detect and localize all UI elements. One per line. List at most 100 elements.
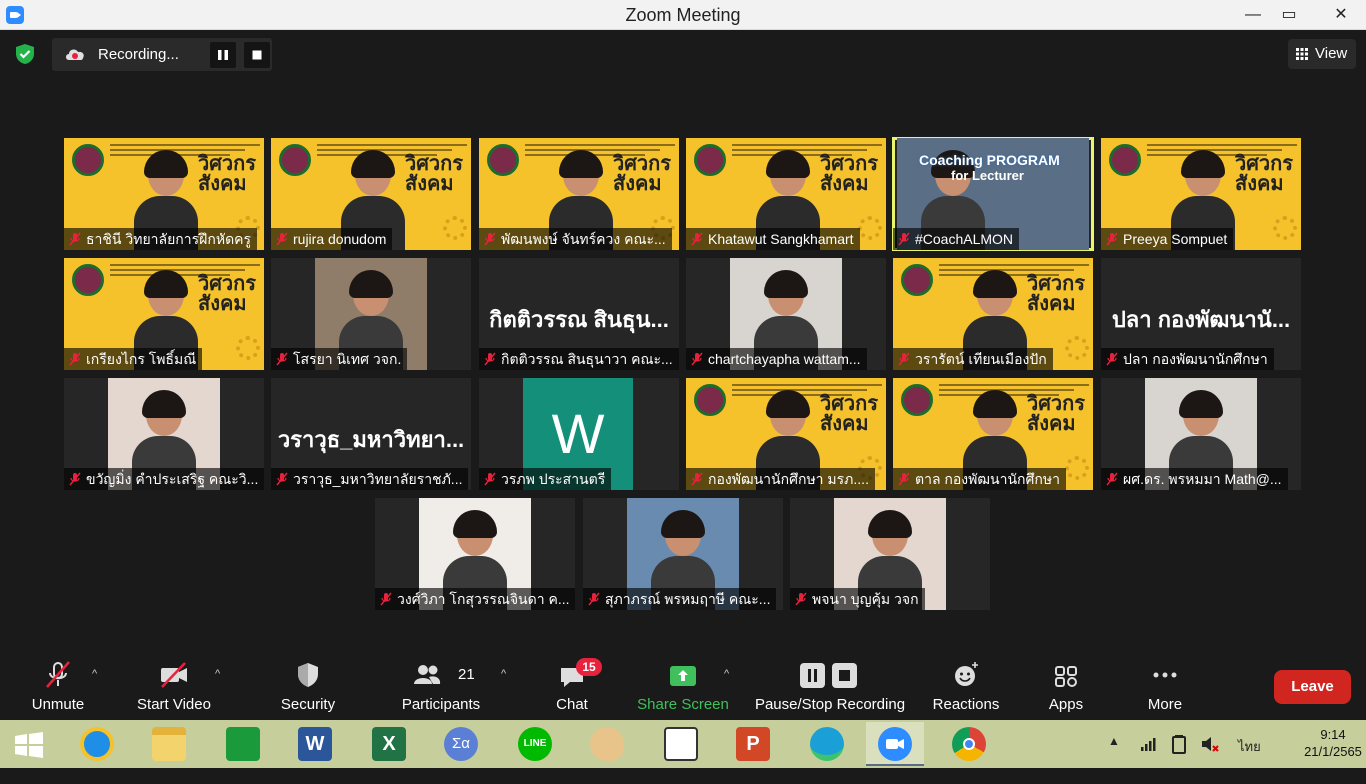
- participant-tile[interactable]: วิศวกร สังคม วรารัตน์ เทียนเมืองปัก: [893, 258, 1093, 370]
- taskbar-excel[interactable]: X: [360, 722, 418, 766]
- muted-mic-icon: [69, 472, 81, 486]
- share-screen-button[interactable]: Share Screen: [634, 656, 732, 720]
- muted-mic-icon: [898, 352, 910, 366]
- clock-date: 21/1/2565: [1304, 744, 1362, 759]
- participants-button[interactable]: 21 Participants: [396, 656, 486, 720]
- participants-icon: [414, 665, 441, 684]
- participant-tile[interactable]: Coaching PROGRAM for Lecturer #CoachALMON: [892, 137, 1094, 251]
- reactions-label: Reactions: [932, 696, 1000, 713]
- participant-tile[interactable]: วิศวกร สังคม rujira donudom: [271, 138, 471, 250]
- pause-stop-recording-button[interactable]: Pause/Stop Recording: [752, 656, 908, 720]
- participant-name-label: ปลา กองพัฒนานักศึกษา: [1101, 348, 1274, 370]
- banner-text-line: [525, 144, 675, 146]
- input-language[interactable]: ไทย: [1238, 736, 1261, 784]
- participant-tile[interactable]: วิศวกร สังคม เกรียงไกร โพธิ์มณี: [64, 258, 264, 370]
- participant-tile[interactable]: วราวุธ_มหาวิทยา... วราวุธ_มหาวิทยาลัยราชภ…: [271, 378, 471, 490]
- taskbar-line[interactable]: LINE: [506, 722, 564, 766]
- internet-explorer-icon: [80, 727, 114, 761]
- muted-mic-icon: [484, 472, 496, 486]
- video-off-icon: [161, 662, 187, 688]
- taskbar-clock[interactable]: 9:14 21/1/2565: [1302, 726, 1364, 760]
- participant-tile[interactable]: วิศวกร สังคม กองพัฒนานักศึกษา มรภ....: [686, 378, 886, 490]
- banner-brand-line: วิศวกร: [197, 153, 256, 175]
- taskbar-edge[interactable]: [798, 722, 856, 766]
- reactions-button[interactable]: Reactions: [926, 656, 1006, 720]
- recording-label: Recording...: [98, 46, 179, 63]
- participant-tile[interactable]: วิศวกร สังคม Preeya Sompuet: [1101, 138, 1301, 250]
- taskbar-powerpoint[interactable]: P: [724, 722, 782, 766]
- participant-name: ผศ.ดร. พรหมมา Math@...: [1123, 471, 1282, 487]
- taskbar-paint[interactable]: [578, 722, 636, 766]
- more-label: More: [1147, 696, 1183, 713]
- close-button[interactable]: ✕: [1318, 0, 1364, 30]
- show-hidden-icons-caret[interactable]: ▲: [1108, 734, 1120, 782]
- participant-tile[interactable]: วงศ์วิภา โกสุวรรณจินดา ค...: [375, 498, 575, 610]
- participant-tile[interactable]: ผศ.ดร. พรหมมา Math@...: [1101, 378, 1301, 490]
- university-logo-icon: [279, 144, 311, 176]
- participant-tile[interactable]: ขวัญมิ่ง คำประเสริฐ คณะวิ...: [64, 378, 264, 490]
- cloud-recording-icon: [66, 49, 84, 60]
- video-options-caret[interactable]: ^: [215, 668, 220, 680]
- stop-recording-button[interactable]: [244, 42, 270, 68]
- more-button[interactable]: More: [1130, 656, 1200, 720]
- participant-tile[interactable]: วิศวกร สังคม ธาชินี วิทยาลัยการฝึกหัดครู: [64, 138, 264, 250]
- participant-tile[interactable]: โสรยา นิเทศ วจก.: [271, 258, 471, 370]
- taskbar-word[interactable]: W: [286, 722, 344, 766]
- muted-mic-icon: [691, 352, 703, 366]
- maximize-button[interactable]: ▭: [1266, 0, 1312, 30]
- taskbar-internet-explorer[interactable]: [68, 722, 126, 766]
- participant-name-label: พจนา บุญคุ้ม วจก: [790, 588, 925, 610]
- start-button[interactable]: [0, 722, 58, 766]
- leave-button[interactable]: Leave: [1274, 670, 1351, 704]
- security-button[interactable]: Security: [270, 656, 346, 720]
- banner-text-line: [525, 149, 660, 151]
- banner-brand: วิศวกร สังคม: [1235, 154, 1293, 194]
- network-signal-icon[interactable]: [1140, 736, 1156, 752]
- participant-tile[interactable]: วิศวกร สังคม ตาล กองพัฒนานักศึกษา: [893, 378, 1093, 490]
- taskbar-calculator[interactable]: Σα: [432, 722, 490, 766]
- unmute-button[interactable]: Unmute: [20, 656, 96, 720]
- taskbar-zoom[interactable]: [866, 722, 924, 766]
- participant-tile[interactable]: วิศวกร สังคม Khatawut Sangkhamart: [686, 138, 886, 250]
- chat-button[interactable]: 15 Chat: [540, 656, 604, 720]
- banner-brand: วิศวกร สังคม: [613, 154, 671, 194]
- windows-logo-icon: [15, 732, 43, 758]
- zoom-icon: [878, 727, 912, 761]
- banner-brand: วิศวกร สังคม: [820, 154, 878, 194]
- taskbar-lisrel[interactable]: [652, 722, 710, 766]
- participant-tile[interactable]: วิศวกร สังคม พัฒนพงษ์ จันทร์ควง คณะ...: [479, 138, 679, 250]
- participant-name-label: Khatawut Sangkhamart: [686, 228, 860, 250]
- banner-text-line: [732, 144, 882, 146]
- participants-options-caret[interactable]: ^: [501, 668, 506, 680]
- participant-tile[interactable]: W วรภพ ประสานตรี: [479, 378, 679, 490]
- taskbar-store[interactable]: [214, 722, 272, 766]
- battery-icon[interactable]: [1172, 734, 1186, 754]
- gear-icon: [1065, 336, 1089, 360]
- share-options-caret[interactable]: ^: [724, 668, 729, 680]
- apps-button[interactable]: Apps: [1032, 656, 1100, 720]
- start-video-button[interactable]: Start Video: [132, 656, 216, 720]
- chat-label: Chat: [556, 696, 588, 713]
- share-screen-label: Share Screen: [637, 696, 729, 713]
- participant-tile[interactable]: กิตติวรรณ สินธุน... กิตติวรรณ สินธุนาวา ค…: [479, 258, 679, 370]
- participant-name-label: #CoachALMON: [893, 228, 1020, 250]
- taskbar-chrome[interactable]: [940, 722, 998, 766]
- participant-tile[interactable]: สุภาภรณ์ พรหมฤาษี คณะ...: [583, 498, 783, 610]
- math-sigma-icon: Σα: [444, 727, 478, 761]
- participant-name: ธาชินี วิทยาลัยการฝึกหัดครู: [86, 231, 252, 247]
- view-button[interactable]: View: [1288, 39, 1356, 69]
- participant-name-label: ธาชินี วิทยาลัยการฝึกหัดครู: [64, 228, 258, 250]
- participant-tile[interactable]: พจนา บุญคุ้ม วจก: [790, 498, 990, 610]
- speaker-muted-icon[interactable]: [1200, 734, 1220, 754]
- audio-options-caret[interactable]: ^: [92, 668, 97, 680]
- participant-tile[interactable]: ปลา กองพัฒนานั... ปลา กองพัฒนานักศึกษา: [1101, 258, 1301, 370]
- taskbar-file-explorer[interactable]: [140, 722, 198, 766]
- university-logo-icon: [694, 144, 726, 176]
- banner-text-line: [110, 269, 245, 271]
- participant-tile[interactable]: chartchayapha wattam...: [686, 258, 886, 370]
- banner-brand-line: วิศวกร: [197, 273, 256, 295]
- participant-name-label: เกรียงไกร โพธิ์มณี: [64, 348, 203, 370]
- muted-mic-icon: [69, 352, 81, 366]
- pause-recording-button[interactable]: [210, 42, 236, 68]
- encryption-shield-icon[interactable]: [14, 43, 36, 65]
